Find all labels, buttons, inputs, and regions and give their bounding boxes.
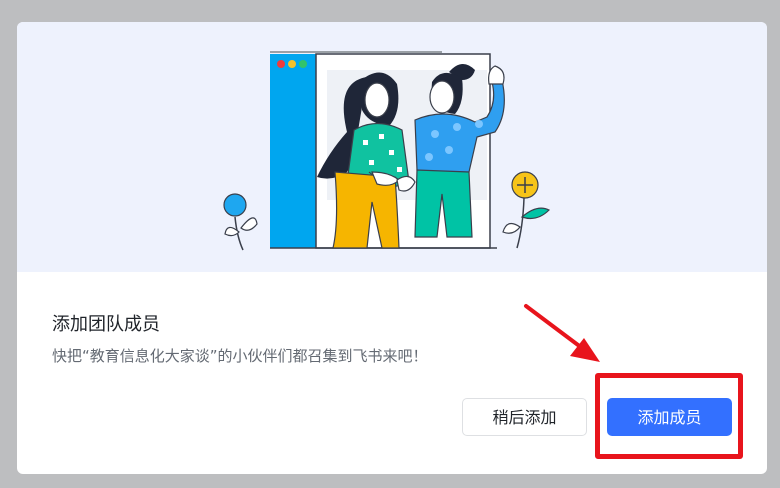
add-later-button[interactable]: 稍后添加 xyxy=(462,398,587,436)
team-illustration xyxy=(223,51,551,251)
browser-sidebar xyxy=(270,54,316,248)
yellow-flower xyxy=(502,171,551,249)
blue-flower xyxy=(223,193,258,251)
add-team-members-dialog: 添加团队成员 快把“教育信息化大家谈”的小伙伴们都召集到飞书来吧！ 稍后添加 添… xyxy=(17,22,767,474)
dialog-subtitle: 快把“教育信息化大家谈”的小伙伴们都召集到飞书来吧！ xyxy=(52,347,428,365)
dialog-title: 添加团队成员 xyxy=(52,314,160,335)
add-members-button[interactable]: 添加成员 xyxy=(607,398,732,436)
hero-banner xyxy=(17,22,767,272)
